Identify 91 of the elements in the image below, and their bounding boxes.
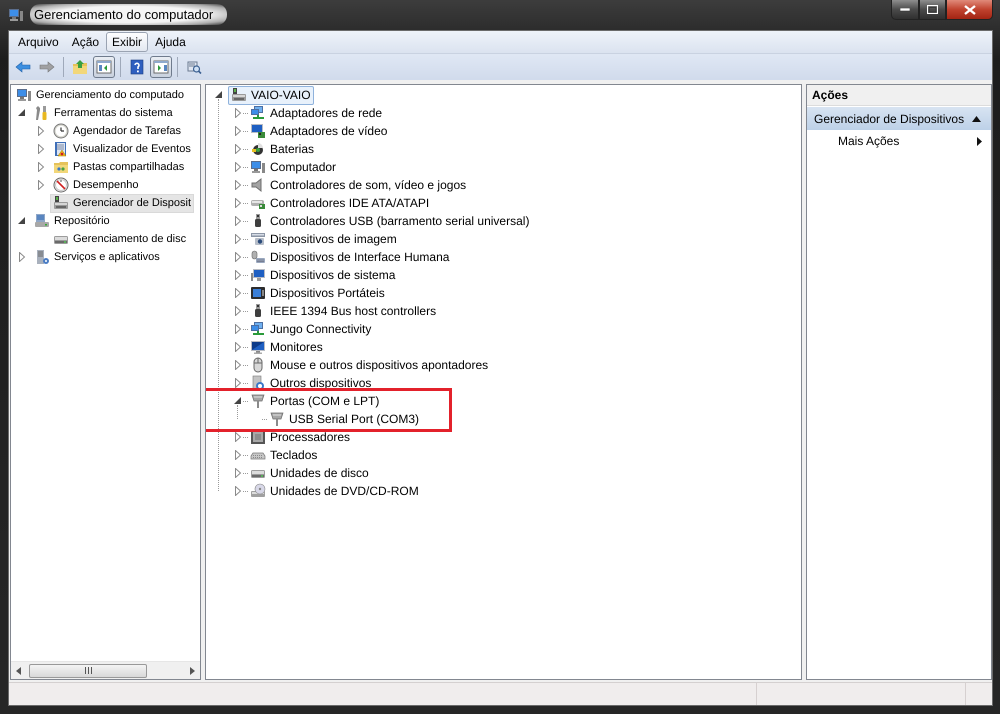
maximize-icon xyxy=(927,5,938,14)
tree-item[interactable]: Gerenciador de Disposit xyxy=(50,194,194,212)
pane-title: Ações xyxy=(807,85,991,106)
minimize-button[interactable] xyxy=(891,0,919,20)
computer-icon xyxy=(250,159,266,175)
tree-item[interactable]: Dispositivos de Interface Humana xyxy=(247,248,452,266)
network-icon xyxy=(250,321,266,337)
minimize-icon xyxy=(900,8,910,12)
scanner-icon xyxy=(250,231,266,247)
tree-item[interactable]: Unidades de disco xyxy=(247,464,372,482)
tree-item[interactable]: Pastas compartilhadas xyxy=(50,158,188,176)
tree-item[interactable]: Adaptadores de rede xyxy=(247,104,386,122)
scroll-thumb[interactable] xyxy=(29,664,147,678)
tree-item[interactable]: Unidades de DVD/CD-ROM xyxy=(247,482,422,500)
menu-item[interactable]: Ajuda xyxy=(149,32,192,52)
tree-item[interactable]: Adaptadores de vídeo xyxy=(247,122,390,140)
tree-item[interactable]: Jungo Connectivity xyxy=(247,320,374,338)
folder-icon xyxy=(53,159,69,175)
input-device-icon xyxy=(250,249,266,265)
tree-item[interactable]: Teclados xyxy=(247,446,320,464)
toolbar-button[interactable] xyxy=(93,56,115,78)
scroll-right-icon[interactable] xyxy=(189,666,195,674)
tree-item[interactable]: Controladores de som, vídeo e jogos xyxy=(247,176,470,194)
computer-icon xyxy=(16,87,32,103)
port-icon xyxy=(250,393,266,409)
port-icon xyxy=(269,411,285,427)
toolbar-button[interactable] xyxy=(150,56,172,78)
tree-item[interactable]: Outros dispositivos xyxy=(247,374,374,392)
device-icon xyxy=(53,195,69,211)
tree-item[interactable]: Dispositivos Portáteis xyxy=(247,284,388,302)
folder-up-icon xyxy=(72,59,88,75)
expander-icon[interactable] xyxy=(214,90,224,100)
horizontal-scrollbar[interactable] xyxy=(11,661,200,679)
tree-item[interactable]: USB Serial Port (COM3) xyxy=(266,410,422,428)
computer-management-icon xyxy=(8,7,24,23)
menu-item[interactable]: Ação xyxy=(66,32,106,52)
tree-item[interactable]: Computador xyxy=(247,158,340,176)
clock-icon xyxy=(53,123,69,139)
gauge-icon xyxy=(53,177,69,193)
tree-item[interactable]: IEEE 1394 Bus host controllers xyxy=(247,302,440,320)
forward-arrow-icon xyxy=(39,59,55,75)
close-icon xyxy=(964,4,976,14)
expander-icon[interactable] xyxy=(233,396,243,406)
tree-item[interactable]: VAIO-VAIO xyxy=(228,86,314,104)
tree-item[interactable]: Agendador de Tarefas xyxy=(50,122,184,140)
network-icon xyxy=(250,105,266,121)
device-icon xyxy=(231,87,247,103)
tree-item[interactable]: Controladores IDE ATA/ATAPI xyxy=(247,194,432,212)
grip-icon xyxy=(84,667,92,674)
maximize-button[interactable] xyxy=(919,0,946,20)
unknown-device-icon xyxy=(250,375,266,391)
window-title: Gerenciamento do computador xyxy=(30,4,228,25)
monitor-icon xyxy=(250,267,266,283)
log-book-icon xyxy=(53,141,69,157)
tree-item[interactable]: Gerenciamento de disc xyxy=(50,230,190,248)
server-icon xyxy=(34,249,50,265)
battery-icon xyxy=(250,141,266,157)
tree-item[interactable]: Repositório xyxy=(31,212,113,230)
tree-item[interactable]: Desempenho xyxy=(50,176,142,194)
storage-icon xyxy=(34,213,50,229)
close-button[interactable] xyxy=(946,0,993,20)
tree-item[interactable]: Ferramentas do sistema xyxy=(31,104,176,122)
back-arrow-icon xyxy=(15,59,31,75)
tree-item[interactable]: Processadores xyxy=(247,428,354,446)
tree-item[interactable]: Dispositivos de sistema xyxy=(247,266,398,284)
scroll-left-icon[interactable] xyxy=(16,666,22,674)
tree-item[interactable]: Gerenciamento do computado xyxy=(13,86,187,104)
menu-item[interactable]: Exibir xyxy=(106,32,148,52)
actions-section-header[interactable]: Gerenciador de Dispositivos xyxy=(807,107,991,130)
help-icon xyxy=(129,59,145,75)
disc-drive-icon xyxy=(250,483,266,499)
monitor-icon xyxy=(250,339,266,355)
tree-item[interactable]: Controladores USB (barramento serial universal) xyxy=(247,212,532,230)
tree-pane-icon xyxy=(96,59,112,75)
tree-item[interactable]: Dispositivos de imagem xyxy=(247,230,400,248)
properties-icon xyxy=(186,59,202,75)
action-pane-icon xyxy=(153,59,169,75)
expander-icon[interactable] xyxy=(17,216,27,226)
tree-item[interactable]: Baterias xyxy=(247,140,318,158)
tree-item[interactable]: Monitores xyxy=(247,338,326,356)
monitor-icon xyxy=(250,123,266,139)
expander-icon[interactable] xyxy=(17,108,27,118)
tree-item[interactable]: Portas (COM e LPT) xyxy=(247,392,382,410)
tree-item[interactable]: Visualizador de Eventos xyxy=(50,140,194,158)
submenu-arrow-icon xyxy=(977,136,982,146)
menu-item[interactable]: Arquivo xyxy=(12,32,65,52)
tree-item[interactable]: Mouse e outros dispositivos apontadores xyxy=(247,356,492,374)
portable-device-icon xyxy=(250,285,266,301)
collapse-caret-icon xyxy=(972,116,981,122)
action-link[interactable]: Mais Ações xyxy=(807,130,991,152)
tree-item[interactable]: Serviços e aplicativos xyxy=(31,248,163,266)
